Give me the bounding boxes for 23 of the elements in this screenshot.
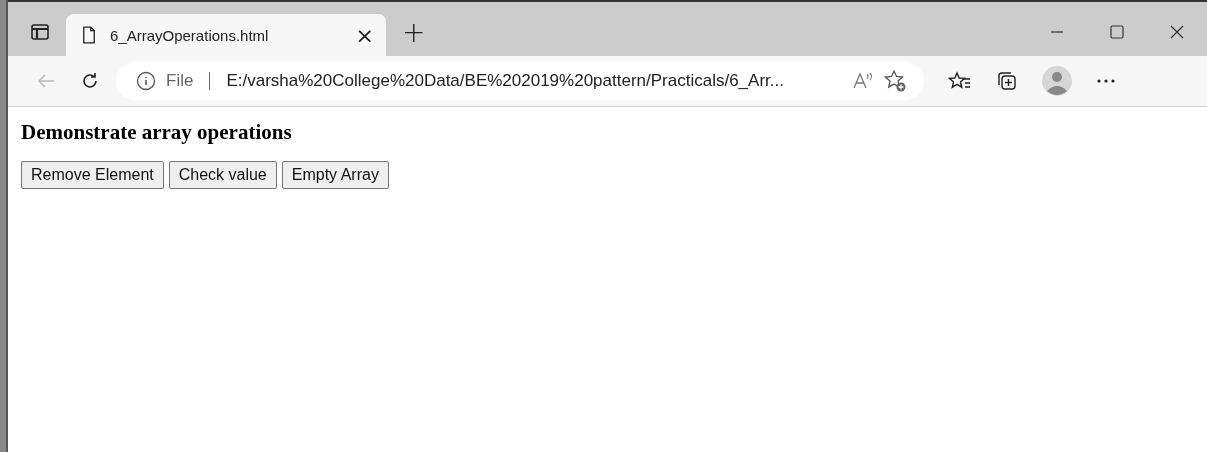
address-bar[interactable]: File E:/varsha%20College%20Data/BE%202019%20pattern/Practicals/6_Arr... [116,62,924,100]
add-favorite-icon[interactable] [884,69,908,93]
file-label: File [166,71,194,91]
info-icon[interactable] [136,71,156,91]
profile-avatar-icon[interactable] [1042,66,1072,96]
close-icon[interactable] [1170,25,1184,39]
close-tab-button[interactable]: × [355,22,374,48]
read-aloud-icon[interactable] [852,71,874,91]
favorites-icon[interactable] [948,71,972,91]
browser-tab[interactable]: 6_ArrayOperations.html × [66,14,386,56]
collections-icon[interactable] [996,70,1018,92]
new-tab-button[interactable]: + [396,15,432,50]
more-icon[interactable] [1096,78,1116,84]
tab-actions-icon[interactable] [30,22,50,42]
url-text: E:/varsha%20College%20Data/BE%202019%20pattern/Practicals/6_Arr... [226,71,785,91]
page-button[interactable]: Remove Element [21,161,164,189]
tab-title: 6_ArrayOperations.html [110,26,270,44]
document-icon [82,26,96,44]
page-button[interactable]: Check value [168,161,277,189]
page-heading: Demonstrate array operations [21,120,293,145]
maximize-icon[interactable] [1110,25,1124,39]
page-button[interactable]: Empty Array [281,161,389,189]
refresh-icon[interactable] [80,71,100,91]
